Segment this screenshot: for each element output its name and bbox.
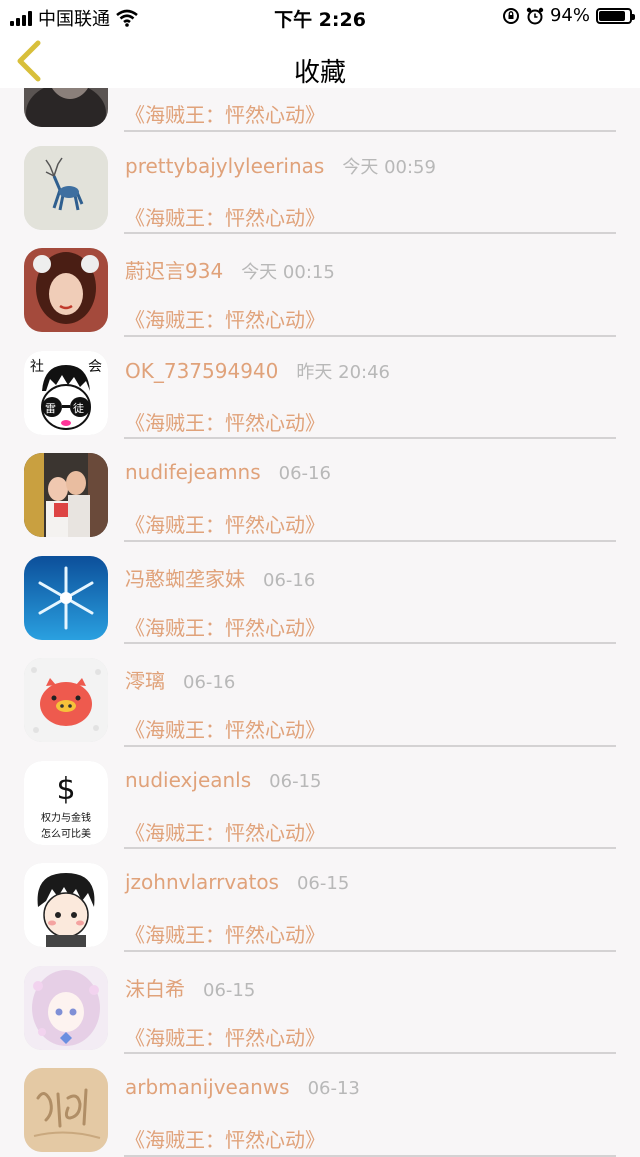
svg-text:$: $ bbox=[56, 772, 75, 807]
list-item[interactable]: jzohnvlarrvatos 06-15 《海贼王：怦然心动》 bbox=[0, 847, 640, 952]
alarm-icon bbox=[526, 7, 544, 24]
favorite-title[interactable]: 《海贼王：怦然心动》 bbox=[125, 1124, 325, 1153]
user-name[interactable]: 冯憨蜘垄家妹 bbox=[125, 567, 245, 591]
avatar[interactable] bbox=[24, 145, 108, 230]
user-line: 沫白希 06-15 bbox=[125, 973, 255, 1002]
timestamp: 06-16 bbox=[278, 463, 331, 484]
user-line: prettybajylyleerinas 今天 00:59 bbox=[125, 153, 436, 179]
battery-level bbox=[599, 10, 626, 21]
avatar[interactable]: 社 会雷 徒 bbox=[24, 350, 108, 435]
user-name[interactable]: 澪璃 bbox=[125, 669, 165, 693]
user-name[interactable]: 沫白希 bbox=[125, 977, 185, 1001]
battery-percent: 94% bbox=[549, 5, 590, 26]
user-line: 澪璃 06-16 bbox=[125, 665, 235, 694]
list-item[interactable]: prettybajylyleerinas 今天 00:59 《海贼王：怦然心动》 bbox=[0, 130, 640, 234]
avatar[interactable] bbox=[24, 658, 108, 742]
nav-bar: 收藏 bbox=[0, 32, 640, 88]
favorite-title[interactable]: 《海贼王：怦然心动》 bbox=[125, 509, 325, 538]
user-line: 冯憨蜘垄家妹 06-16 bbox=[125, 563, 315, 592]
svg-text:权力与金钱: 权力与金钱 bbox=[41, 811, 91, 824]
favorite-title[interactable]: 《海贼王：怦然心动》 bbox=[125, 817, 325, 846]
list-item[interactable]: 冯憨蜘垄家妹 06-16 《海贼王：怦然心动》 bbox=[0, 540, 640, 644]
favorite-title[interactable]: 《海贼王：怦然心动》 bbox=[125, 714, 325, 743]
user-name[interactable]: jzohnvlarrvatos bbox=[125, 870, 279, 894]
user-line: arbmanijveanws 06-13 bbox=[125, 1075, 360, 1099]
user-name[interactable]: prettybajylyleerinas bbox=[125, 154, 324, 178]
page-title: 收藏 bbox=[293, 58, 346, 88]
svg-text:怎么可比美: 怎么可比美 bbox=[41, 827, 91, 840]
favorite-title[interactable]: 《海贼王：怦然心动》 bbox=[125, 612, 325, 641]
avatar[interactable] bbox=[24, 453, 108, 537]
list-item[interactable]: 蔚迟言934 今天 00:15 《海贼王：怦然心动》 bbox=[0, 232, 640, 337]
list-item[interactable]: 澪璃 06-16 《海贼王：怦然心动》 bbox=[0, 642, 640, 747]
list-item[interactable]: 社 会雷 徒 OK_737594940 昨天 20:46 《海贼王：怦然心动》 bbox=[0, 335, 640, 439]
list-item[interactable]: $ 权力与金钱怎么可比美 nudiexjeanls 06-15 《海贼王：怦然心动》 bbox=[0, 745, 640, 849]
timestamp: 今天 00:59 bbox=[342, 156, 436, 178]
timestamp: 06-16 bbox=[183, 672, 236, 693]
timestamp: 今天 00:15 bbox=[241, 262, 335, 283]
timestamp: 06-15 bbox=[269, 770, 322, 792]
user-name[interactable]: arbmanijveanws bbox=[125, 1075, 290, 1099]
avatar[interactable]: $ 权力与金钱怎么可比美 bbox=[24, 760, 108, 845]
svg-text:会: 会 bbox=[88, 359, 102, 375]
status-right: 94% bbox=[502, 5, 635, 26]
user-name[interactable]: nudifejeamns bbox=[125, 460, 261, 484]
user-line: jzohnvlarrvatos 06-15 bbox=[125, 870, 349, 894]
svg-text:雷: 雷 bbox=[45, 402, 56, 415]
user-line: nudiexjeanls 06-15 bbox=[125, 768, 321, 792]
avatar[interactable] bbox=[24, 248, 108, 332]
user-line: nudifejeamns 06-16 bbox=[125, 460, 331, 484]
timestamp: 06-15 bbox=[203, 979, 256, 1001]
rotation-lock-icon bbox=[502, 7, 519, 24]
list-item[interactable]: arbmanijveanws 06-13 《海贼王：怦然心动》 bbox=[0, 1052, 640, 1157]
list-item[interactable]: nudifejeamns 06-16 《海贼王：怦然心动》 bbox=[0, 437, 640, 542]
favorite-title[interactable]: 《海贼王：怦然心动》 bbox=[125, 99, 325, 128]
timestamp: 昨天 20:46 bbox=[296, 361, 390, 383]
user-name[interactable]: OK_737594940 bbox=[125, 359, 278, 383]
avatar[interactable] bbox=[24, 863, 108, 947]
timestamp: 06-16 bbox=[263, 569, 316, 591]
avatar[interactable] bbox=[24, 555, 108, 640]
svg-text:社: 社 bbox=[30, 359, 44, 375]
avatar[interactable] bbox=[24, 1068, 108, 1152]
avatar[interactable] bbox=[24, 965, 108, 1050]
timestamp: 06-15 bbox=[296, 873, 350, 894]
favorite-title[interactable]: 《海贼王：怦然心动》 bbox=[125, 407, 325, 436]
list-item[interactable]: 沫白希 06-15 《海贼王：怦然心动》 bbox=[0, 950, 640, 1054]
favorite-title[interactable]: 《海贼王：怦然心动》 bbox=[125, 919, 325, 948]
user-line: OK_737594940 昨天 20:46 bbox=[125, 358, 390, 384]
favorite-title[interactable]: 《海贼王：怦然心动》 bbox=[125, 304, 325, 333]
divider bbox=[124, 1154, 616, 1157]
timestamp: 06-13 bbox=[307, 1078, 360, 1099]
svg-text:徒: 徒 bbox=[73, 401, 84, 415]
user-name[interactable]: 蔚迟言934 bbox=[125, 259, 223, 283]
user-line: 蔚迟言934 今天 00:15 bbox=[125, 255, 335, 284]
favorites-list: 《海贼王：怦然心动》 prettybajylyleerinas 今天 00:59 《海… bbox=[0, 27, 640, 1157]
favorite-title[interactable]: 《海贼王：怦然心动》 bbox=[125, 202, 325, 231]
user-name[interactable]: nudiexjeanls bbox=[125, 768, 251, 792]
battery-icon bbox=[596, 7, 635, 24]
favorite-title[interactable]: 《海贼王：怦然心动》 bbox=[125, 1022, 325, 1051]
